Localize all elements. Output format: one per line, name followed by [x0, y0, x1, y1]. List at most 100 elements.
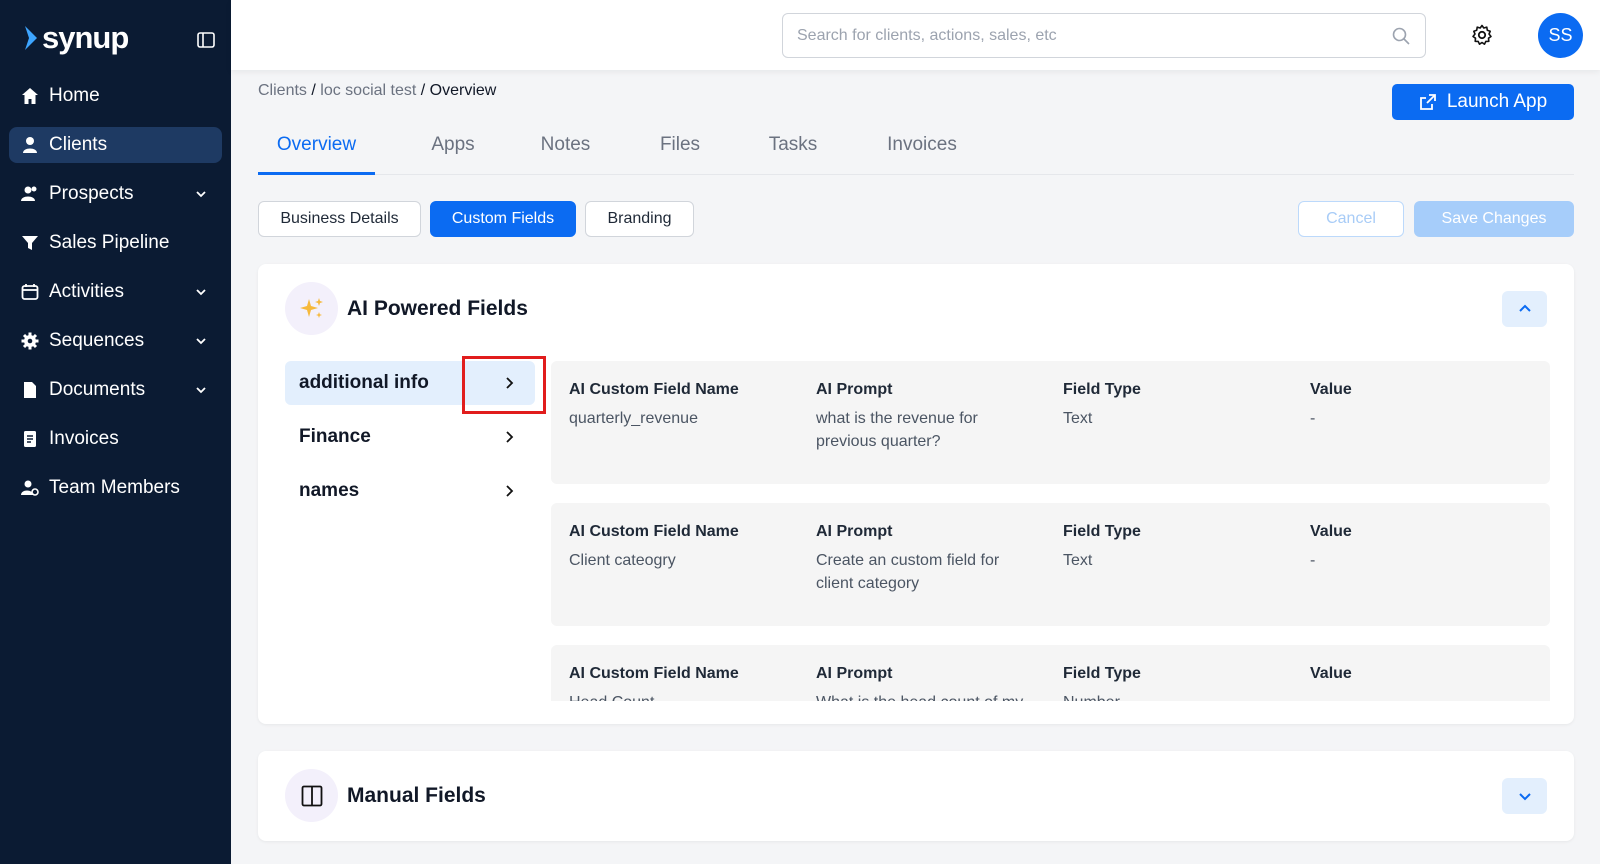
field-type: Text [1063, 410, 1093, 427]
field-group-list: additional info Finance names [285, 361, 535, 523]
sidebar-item-sales-pipeline[interactable]: Sales Pipeline [9, 225, 222, 261]
collapse-ai-section-button[interactable] [1502, 291, 1547, 327]
column-header-value: Value [1310, 665, 1352, 682]
subtab-custom-fields[interactable]: Custom Fields [430, 201, 576, 237]
top-bar: SS [231, 0, 1600, 70]
field-value: - [1310, 552, 1316, 569]
breadcrumb-current: Overview [429, 82, 497, 99]
field-group-label: names [299, 480, 360, 501]
search-icon[interactable] [1391, 26, 1411, 46]
breadcrumb-client[interactable]: loc social test [320, 82, 416, 99]
sparkles-icon [285, 282, 338, 335]
users-icon [20, 184, 40, 204]
field-group-additional-info[interactable]: additional info [285, 361, 535, 405]
ai-section-title: AI Powered Fields [347, 297, 528, 320]
external-link-icon [1419, 94, 1436, 110]
sidebar-item-clients[interactable]: Clients [9, 127, 222, 163]
logo-chevron-icon [25, 26, 37, 50]
chevron-down-icon[interactable] [194, 383, 208, 397]
field-group-label: additional info [299, 372, 429, 393]
sidebar-item-label: Clients [49, 134, 108, 155]
ai-fields-list: AI Custom Field Name quarterly_revenue AI… [551, 361, 1550, 701]
breadcrumb-clients[interactable]: Clients [258, 82, 307, 99]
tab-overview[interactable]: Overview [258, 125, 375, 175]
column-header-name: AI Custom Field Name [569, 381, 739, 398]
chevron-down-icon [1518, 793, 1531, 801]
calendar-icon [20, 282, 40, 302]
column-header-value: Value [1310, 523, 1352, 540]
column-header-name: AI Custom Field Name [569, 665, 739, 682]
sidebar-item-sequences[interactable]: Sequences [9, 323, 222, 359]
user-avatar[interactable]: SS [1538, 13, 1583, 58]
column-header-type: Field Type [1063, 381, 1141, 398]
sidebar-item-activities[interactable]: Activities [9, 274, 222, 310]
tab-files[interactable]: Files [650, 125, 710, 175]
manual-fields-card: Manual Fields [258, 751, 1574, 841]
breadcrumb-separator: / [420, 82, 426, 99]
columns-icon [285, 769, 338, 822]
chevron-down-icon[interactable] [194, 285, 208, 299]
field-value: - [1310, 691, 1530, 701]
field-group-finance[interactable]: Finance [285, 415, 535, 459]
sidebar-item-label: Team Members [49, 477, 180, 498]
field-name: quarterly_revenue [569, 410, 698, 427]
synup-logo[interactable]: synup [22, 20, 129, 56]
field-prompt: Create an custom field for client catego… [816, 552, 1000, 592]
column-header-type: Field Type [1063, 665, 1141, 682]
ai-field-row: AI Custom Field Name quarterly_revenue AI… [551, 361, 1550, 484]
tab-tasks[interactable]: Tasks [758, 125, 828, 175]
column-header-name: AI Custom Field Name [569, 523, 739, 540]
tab-invoices[interactable]: Invoices [872, 125, 972, 175]
settings-gear-icon[interactable] [1470, 23, 1494, 47]
gear-icon [20, 331, 40, 351]
sidebar-item-label: Activities [49, 281, 124, 302]
field-group-label: Finance [299, 426, 371, 447]
search-input[interactable] [797, 14, 1377, 57]
field-name: Client cateogry [569, 552, 676, 569]
chevron-down-icon[interactable] [194, 334, 208, 348]
column-header-value: Value [1310, 381, 1352, 398]
sidebar-item-label: Sequences [49, 330, 145, 351]
cancel-button[interactable]: Cancel [1298, 201, 1404, 237]
sidebar-item-invoices[interactable]: Invoices [9, 421, 222, 457]
subtab-business-details[interactable]: Business Details [258, 201, 421, 237]
field-name: Head Count [569, 691, 789, 701]
column-header-type: Field Type [1063, 523, 1141, 540]
home-icon [20, 86, 40, 106]
field-value: - [1310, 410, 1316, 427]
field-type: Text [1063, 552, 1093, 569]
sidebar-nav: Home Clients Prospects Sales Pipeline Ac… [9, 78, 222, 519]
invoice-icon [20, 429, 40, 449]
field-prompt: What is the head count of my [816, 691, 1026, 701]
column-header-prompt: AI Prompt [816, 523, 893, 540]
field-type: Number [1063, 691, 1283, 701]
chevron-right-icon[interactable] [501, 483, 517, 499]
sidebar-item-label: Sales Pipeline [49, 232, 170, 253]
sidebar: synup Home Clients Prospects Sales Pipel… [0, 0, 231, 864]
subtab-branding[interactable]: Branding [585, 201, 694, 237]
sidebar-item-prospects[interactable]: Prospects [9, 176, 222, 212]
tab-bar: Overview Apps Notes Files Tasks Invoices [258, 125, 1574, 175]
tab-apps[interactable]: Apps [418, 125, 488, 175]
chevron-right-icon[interactable] [501, 429, 517, 445]
column-header-prompt: AI Prompt [816, 665, 893, 682]
save-changes-button[interactable]: Save Changes [1414, 201, 1574, 237]
search-box[interactable] [782, 13, 1426, 58]
field-prompt: what is the revenue for previous quarter… [816, 410, 978, 450]
chevron-down-icon[interactable] [194, 187, 208, 201]
ai-powered-fields-card: AI Powered Fields additional info Financ… [258, 264, 1574, 724]
chevron-right-icon[interactable] [501, 375, 517, 391]
breadcrumb: Clients / loc social test / Overview [258, 82, 496, 100]
field-group-names[interactable]: names [285, 469, 535, 513]
column-header-prompt: AI Prompt [816, 381, 893, 398]
brand-name: synup [42, 20, 129, 55]
expand-manual-section-button[interactable] [1502, 778, 1547, 814]
sidebar-item-label: Prospects [49, 183, 134, 204]
sidebar-collapse-icon[interactable] [196, 30, 216, 50]
sidebar-item-documents[interactable]: Documents [9, 372, 222, 408]
launch-app-button[interactable]: Launch App [1392, 84, 1574, 120]
ai-field-row: AI Custom Field Name Head Count AI Prompt… [551, 645, 1550, 701]
tab-notes[interactable]: Notes [528, 125, 603, 175]
sidebar-item-team-members[interactable]: Team Members [9, 470, 222, 506]
sidebar-item-home[interactable]: Home [9, 78, 222, 114]
